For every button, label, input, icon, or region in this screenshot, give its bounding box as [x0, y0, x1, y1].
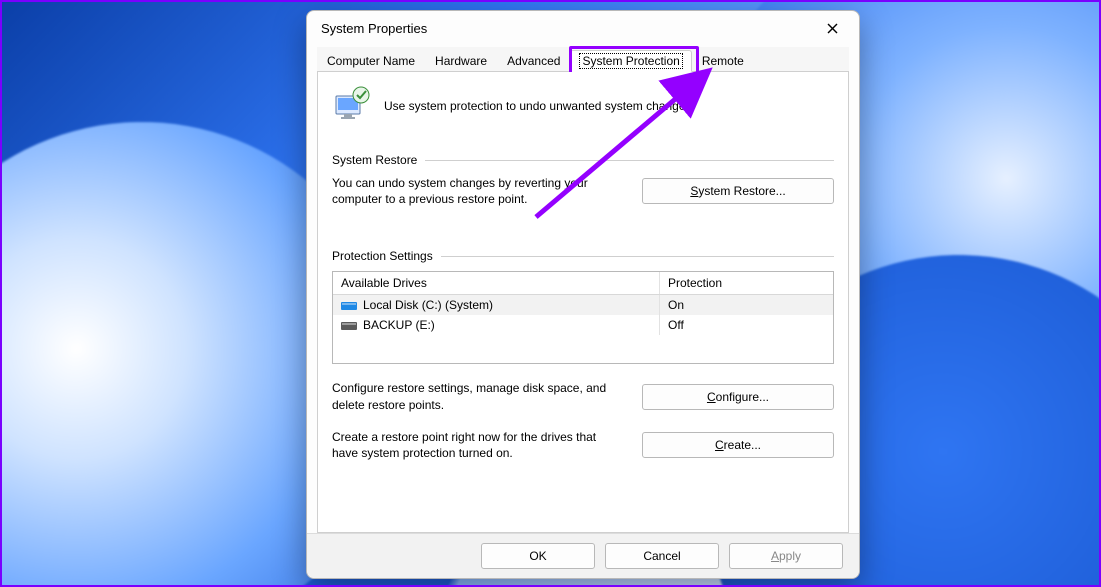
group-title-system-restore: System Restore — [332, 153, 417, 167]
drive-name: BACKUP (E:) — [363, 318, 435, 332]
group-protection-settings: Protection Settings Available Drives Pro… — [332, 249, 834, 461]
drive-status: On — [660, 295, 833, 315]
cancel-button[interactable]: Cancel — [605, 543, 719, 569]
create-button[interactable]: Create... — [642, 432, 834, 458]
group-title-protection-settings: Protection Settings — [332, 249, 433, 263]
create-text: Create a restore point right now for the… — [332, 429, 622, 461]
drive-icon — [341, 319, 357, 331]
drive-status: Off — [660, 315, 833, 335]
configure-text: Configure restore settings, manage disk … — [332, 380, 622, 412]
drive-icon — [341, 299, 357, 311]
drives-header-status: Protection — [660, 272, 833, 294]
apply-button[interactable]: Apply — [729, 543, 843, 569]
system-properties-dialog: System Properties Computer Name Hardware… — [306, 10, 860, 579]
group-system-restore: System Restore You can undo system chang… — [332, 153, 834, 207]
close-icon — [827, 23, 838, 34]
table-row[interactable]: Local Disk (C:) (System) On — [333, 295, 833, 315]
system-restore-text: You can undo system changes by reverting… — [332, 175, 622, 207]
ok-button[interactable]: OK — [481, 543, 595, 569]
drives-table[interactable]: Available Drives Protection Local Disk (… — [332, 271, 834, 364]
window-title: System Properties — [321, 21, 427, 36]
tab-system-protection[interactable]: System Protection — [570, 50, 691, 72]
tab-hardware[interactable]: Hardware — [425, 50, 497, 71]
drives-header-name: Available Drives — [333, 272, 660, 294]
dialog-footer: OK Cancel Apply — [307, 533, 859, 578]
tab-advanced[interactable]: Advanced — [497, 50, 570, 71]
intro-text: Use system protection to undo unwanted s… — [384, 99, 695, 113]
titlebar: System Properties — [307, 11, 859, 45]
system-protection-icon — [332, 84, 372, 127]
tab-computer-name[interactable]: Computer Name — [317, 50, 425, 71]
intro-row: Use system protection to undo unwanted s… — [332, 84, 834, 127]
drive-name: Local Disk (C:) (System) — [363, 298, 493, 312]
table-row[interactable]: BACKUP (E:) Off — [333, 315, 833, 335]
system-restore-button[interactable]: System Restore... — [642, 178, 834, 204]
tab-panel: Use system protection to undo unwanted s… — [317, 72, 849, 533]
configure-button[interactable]: Configure... — [642, 384, 834, 410]
tab-remote[interactable]: Remote — [692, 50, 754, 71]
tabstrip: Computer Name Hardware Advanced System P… — [317, 47, 849, 72]
close-button[interactable] — [815, 14, 849, 42]
